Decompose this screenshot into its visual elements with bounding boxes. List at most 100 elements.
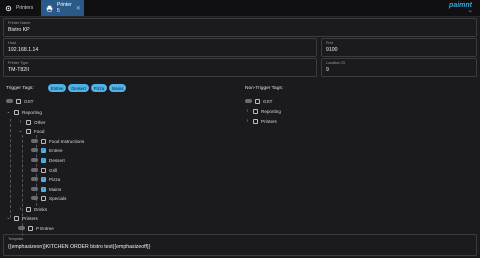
chevron-down-icon[interactable]: ⌄ [6, 109, 11, 115]
checkbox[interactable] [255, 98, 260, 104]
tab-printers[interactable]: Printers [0, 0, 41, 16]
non-trigger-tags-title: Non-Trigger Tags: [245, 86, 284, 91]
eye-icon[interactable] [31, 148, 38, 152]
tab-label: Printers [16, 5, 34, 11]
tab-bar: Printers Printer 5 ✕ paimnt kp [0, 0, 480, 17]
eye-icon[interactable] [245, 99, 252, 103]
tree-row-other[interactable]: › Other [18, 118, 46, 126]
port-field[interactable]: Port 9100 [321, 38, 477, 57]
printer-name-label: Printer Name [8, 21, 31, 25]
tree-row-mains[interactable]: ✓ Mains [31, 185, 61, 193]
tree-label: Other [34, 119, 46, 125]
host-value: 192.168.1.14 [8, 47, 39, 53]
tree-label: Mains [49, 186, 62, 192]
location-id-label: Location ID [326, 61, 346, 65]
printer-type-field[interactable]: Printer Type TM-T82II [3, 58, 317, 77]
printer-name-field[interactable]: Printer Name Bistro KP [3, 18, 477, 37]
tag-chip[interactable]: Pizza [90, 84, 108, 92]
tag-chip[interactable]: Mains [109, 84, 127, 92]
tree-label: Dessert [49, 157, 65, 163]
tree-label: Food Instructions [49, 138, 85, 144]
checkbox[interactable] [14, 109, 19, 115]
checkbox[interactable] [26, 128, 31, 134]
tree-label: Grill [49, 167, 58, 173]
checkbox[interactable] [26, 206, 31, 212]
checkbox[interactable] [26, 119, 31, 125]
eye-icon[interactable] [31, 158, 38, 162]
tree-label: Food [34, 128, 45, 134]
tree-label: Specials [49, 195, 67, 201]
template-value: {{emphasizeon}}KITCHEN ORDER bistro test… [8, 244, 151, 250]
tree-label: Reporting [261, 108, 281, 114]
tree-row-specials[interactable]: Specials [31, 194, 66, 202]
trigger-tag-chips: Entree Dessert Pizza Mains [48, 84, 127, 92]
tab-label: Printer 5 [57, 2, 72, 14]
printer-type-label: Printer Type [8, 61, 29, 65]
tree-label: Pizza [49, 176, 61, 182]
checkbox-checked[interactable]: ✓ [41, 157, 46, 163]
checkbox[interactable] [253, 108, 258, 114]
tag-chip[interactable]: Dessert [68, 84, 89, 92]
checkbox[interactable] [41, 138, 46, 144]
host-field[interactable]: Host 192.168.1.14 [3, 38, 317, 57]
trigger-tags-title: Trigger Tags: [6, 86, 34, 91]
eye-icon[interactable] [18, 226, 25, 230]
tree-row-entree[interactable]: ✓ Entree [31, 146, 63, 154]
checkbox[interactable] [14, 215, 19, 221]
tree-label: Printers [261, 118, 277, 124]
eye-icon[interactable] [6, 99, 13, 103]
tree-line [10, 119, 11, 218]
chevron-right-icon[interactable]: › [245, 118, 250, 124]
checkbox[interactable] [41, 195, 46, 201]
tree-row-grill[interactable]: Grill [31, 166, 57, 174]
tree-row-food-instructions[interactable]: Food Instructions [31, 137, 84, 145]
host-label: Host [8, 41, 16, 45]
port-value: 9100 [326, 47, 338, 53]
checkbox[interactable] [28, 225, 33, 231]
non-trigger-row-reporting[interactable]: › Reporting [245, 107, 281, 115]
tree-label: Printers [22, 215, 38, 221]
non-trigger-row-gst[interactable]: GST [245, 97, 272, 105]
close-icon[interactable]: ✕ [76, 5, 81, 12]
location-id-value: 9 [326, 67, 329, 73]
eye-icon[interactable] [31, 177, 38, 181]
eye-icon[interactable] [31, 168, 38, 172]
checkbox-checked[interactable]: ✓ [41, 147, 46, 153]
eye-icon[interactable] [31, 139, 38, 143]
logo-brand: paimnt [449, 2, 472, 9]
eye-icon[interactable] [31, 187, 38, 191]
chevron-down-icon[interactable]: ⌄ [6, 215, 11, 221]
checkbox[interactable] [41, 167, 46, 173]
printer-name-value: Bistro KP [8, 27, 30, 33]
tree-row-printers[interactable]: ⌄ Printers [6, 214, 38, 222]
tree-row-food[interactable]: ⌄ Food [18, 127, 44, 135]
tree-label: Entree [49, 147, 63, 153]
printer-icon [46, 5, 53, 12]
chevron-down-icon[interactable]: ⌄ [18, 128, 23, 134]
chevron-right-icon[interactable]: › [18, 119, 23, 125]
eye-icon[interactable] [31, 196, 38, 200]
tag-chip[interactable]: Entree [48, 84, 67, 92]
checkbox[interactable] [16, 98, 21, 104]
tree-row-drinks[interactable]: › Drinks [18, 205, 47, 213]
tree-row-gst[interactable]: GST [6, 97, 33, 105]
template-label: Template [8, 237, 24, 241]
port-label: Port [326, 41, 333, 45]
tree-row-dessert[interactable]: ✓ Dessert [31, 156, 65, 164]
checkbox-checked[interactable]: ✓ [41, 186, 46, 192]
tree-row-reporting[interactable]: ⌄ Reporting [6, 108, 42, 116]
tree-row-pizza[interactable]: ✓ Pizza [31, 175, 60, 183]
location-id-field[interactable]: Location ID 9 [321, 58, 477, 77]
tree-row-p-entree[interactable]: P Entree [18, 224, 54, 232]
tree-label: Drinks [34, 206, 48, 212]
checkbox[interactable] [253, 118, 258, 124]
checkbox-checked[interactable]: ✓ [41, 176, 46, 182]
chevron-right-icon[interactable]: › [245, 108, 250, 114]
logo-sub: kp [468, 9, 472, 13]
tree-label: GST [263, 98, 273, 104]
template-field[interactable]: Template {{emphasizeon}}KITCHEN ORDER bi… [3, 234, 477, 256]
printer-type-value: TM-T82II [8, 67, 30, 73]
chevron-right-icon[interactable]: › [18, 206, 23, 212]
tab-printer-5[interactable]: Printer 5 ✕ [41, 0, 84, 16]
non-trigger-row-printers[interactable]: › Printers [245, 117, 277, 125]
